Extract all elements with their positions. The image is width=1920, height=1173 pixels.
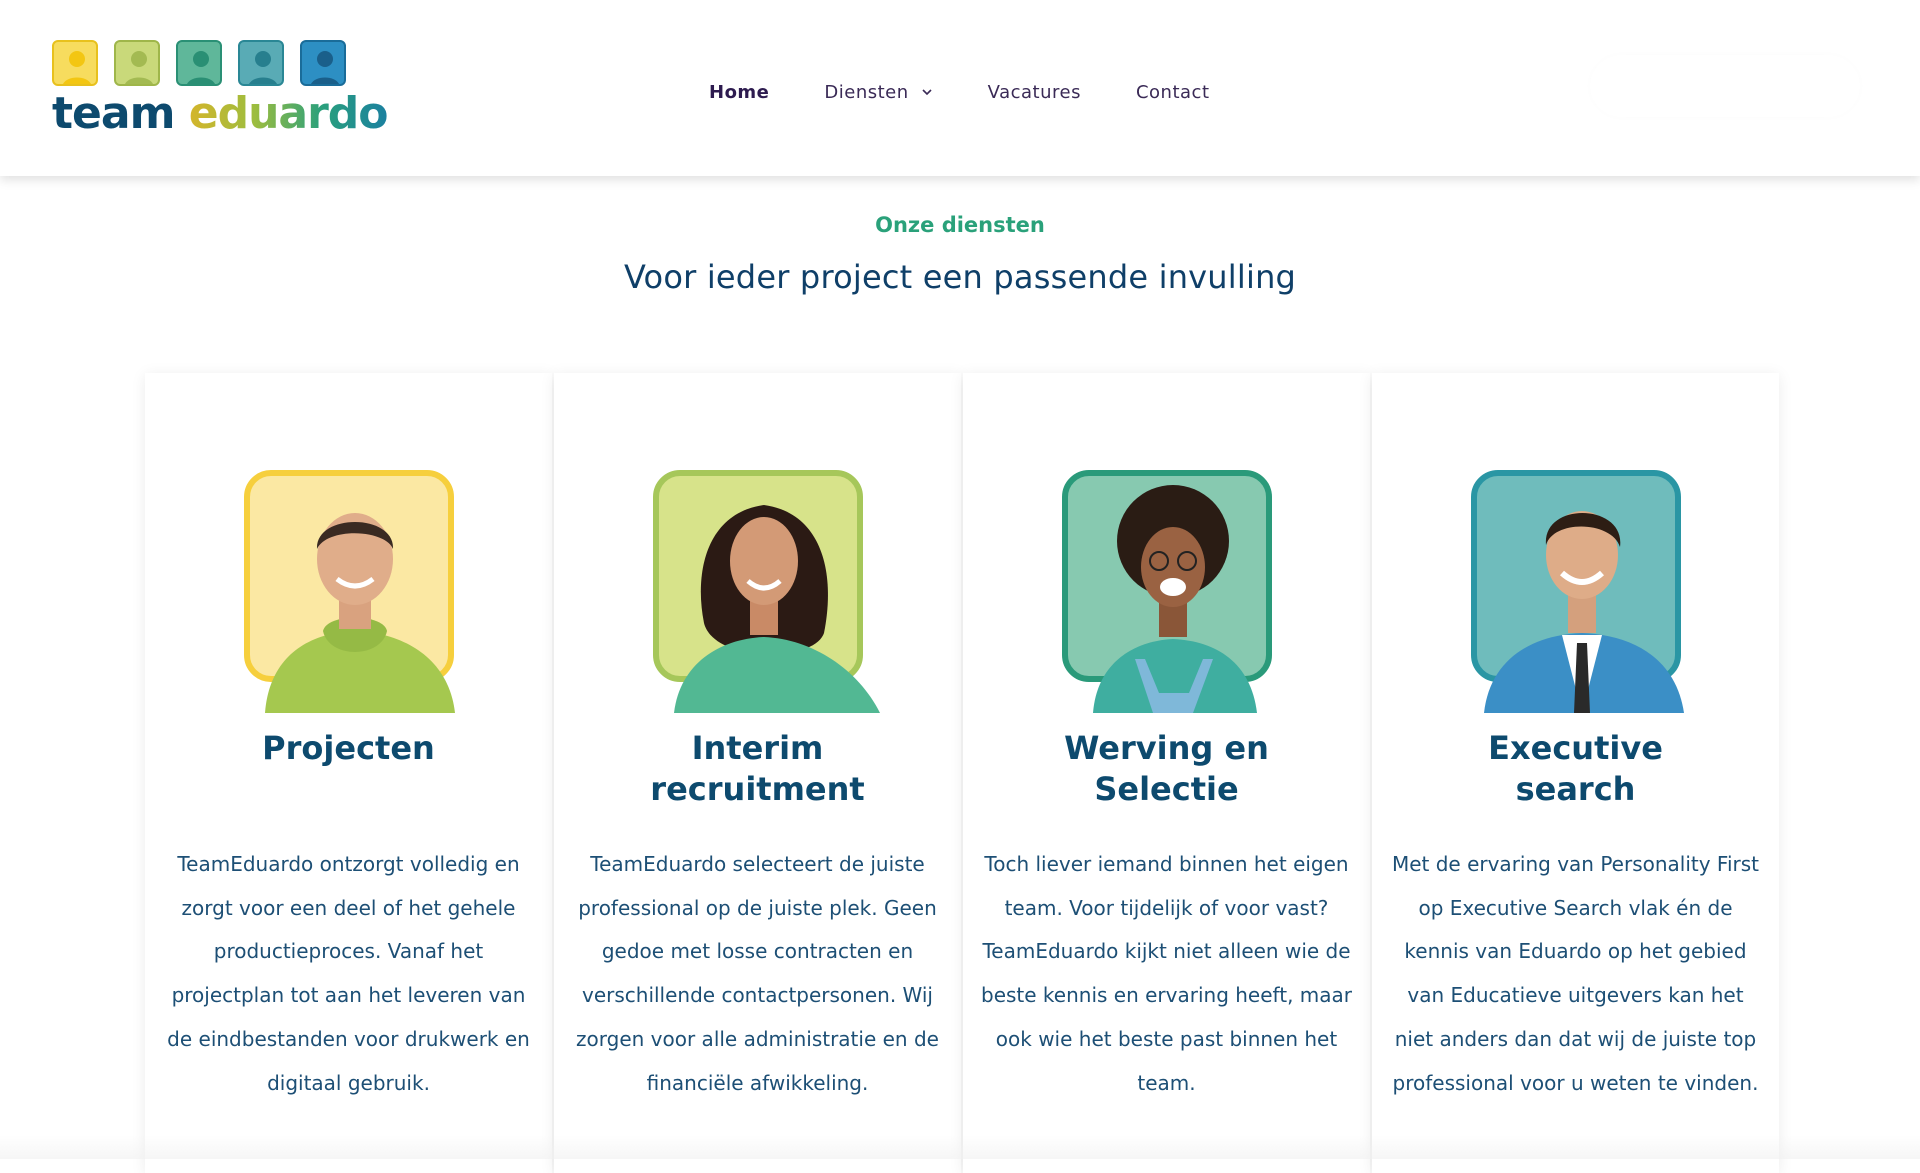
person-photo — [1062, 470, 1272, 713]
main-nav: Home Diensten Vacatures Contact — [709, 80, 1265, 104]
card-title: Projecten — [262, 729, 435, 767]
nav-contact-label: Contact — [1135, 81, 1210, 103]
person-icon — [52, 40, 98, 86]
person-icon — [238, 40, 284, 86]
card-description: TeamEduardo ontzorgt volledig en zorgt v… — [167, 852, 530, 1095]
nav-home-label: Home — [709, 81, 770, 103]
card-description: TeamEduardo selecteert de juiste profess… — [576, 852, 939, 1095]
logo-wordmark: team eduardo — [52, 92, 389, 136]
nav-diensten[interactable]: Diensten — [824, 82, 932, 103]
nav-vacatures-label: Vacatures — [987, 81, 1081, 103]
card-description: Toch liever iemand binnen het eigen team… — [981, 852, 1352, 1095]
section-eyebrow: Onze diensten — [875, 213, 1045, 237]
nav-diensten-label: Diensten — [824, 81, 909, 103]
header-cta-button[interactable] — [1590, 55, 1860, 117]
card-title: Werving en Selectie — [1064, 729, 1269, 808]
person-icon — [300, 40, 346, 86]
card-title: Executive search — [1488, 729, 1663, 808]
logo-person-icons — [52, 40, 362, 86]
person-photo — [244, 470, 455, 713]
person-icon — [176, 40, 222, 86]
services-cards: Projecten TeamEduardo ontzorgt volledig … — [145, 373, 1781, 1173]
chevron-down-icon — [922, 89, 932, 96]
person-photo — [653, 470, 880, 713]
service-card-projecten[interactable]: Projecten TeamEduardo ontzorgt volledig … — [145, 373, 552, 1173]
service-card-executive-search[interactable]: Executive search Met de ervaring van Per… — [1372, 373, 1779, 1173]
logo-word-team: team — [52, 88, 175, 139]
service-card-interim-recruitment[interactable]: Interim recruitment TeamEduardo selectee… — [554, 373, 961, 1173]
nav-vacatures[interactable]: Vacatures — [988, 82, 1081, 103]
team-eduardo-logo[interactable]: team eduardo — [52, 40, 389, 150]
card-title: Interim recruitment — [650, 729, 865, 808]
service-card-werving-en-selectie[interactable]: Werving en Selectie Toch liever iemand b… — [963, 373, 1370, 1173]
person-photo — [1471, 470, 1684, 713]
section-title: Voor ieder project een passende invullin… — [623, 258, 1297, 296]
logo-word-eduardo: eduardo — [188, 88, 389, 139]
nav-home[interactable]: Home — [709, 82, 769, 103]
card-description: Met de ervaring van Personality First op… — [1391, 852, 1760, 1095]
nav-contact[interactable]: Contact — [1136, 82, 1210, 103]
site-header: team eduardo Home Diensten Vacatures Con… — [0, 0, 1920, 176]
person-icon — [114, 40, 160, 86]
